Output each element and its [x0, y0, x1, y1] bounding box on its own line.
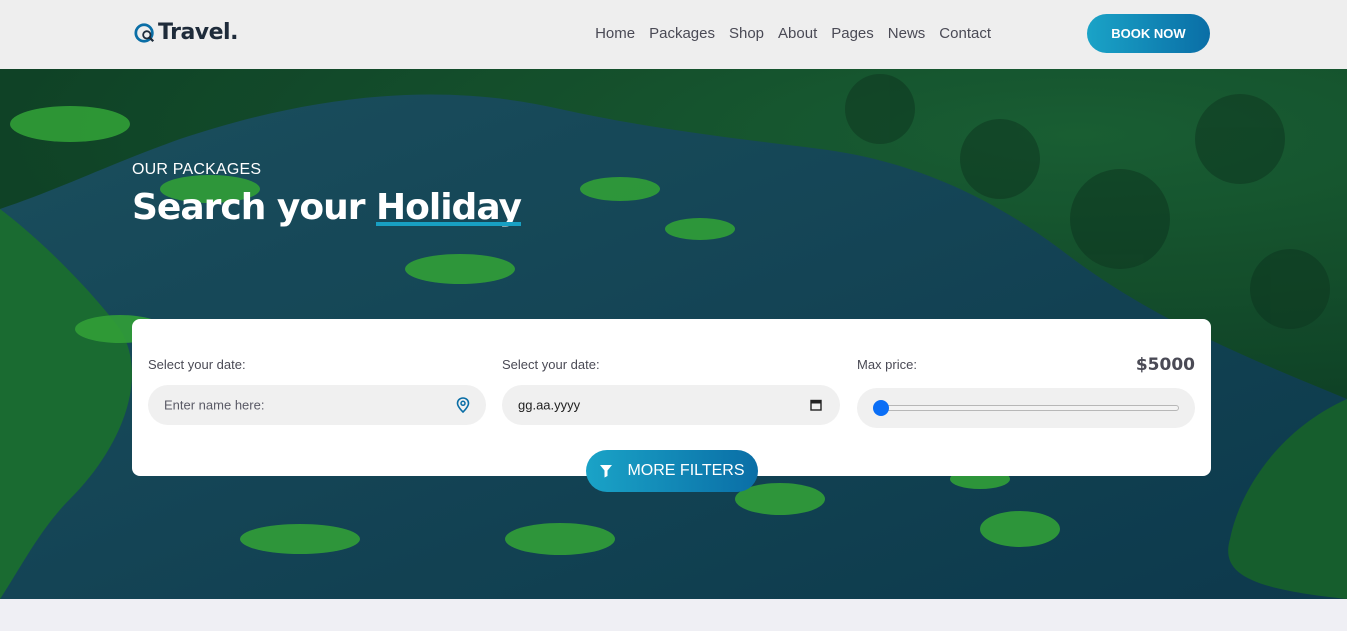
page-bottom-strip: [0, 599, 1347, 631]
nav-home[interactable]: Home: [595, 25, 635, 42]
price-label: Max price:: [857, 357, 917, 372]
book-now-button[interactable]: BOOK NOW: [1087, 14, 1210, 53]
hero-section: OUR PACKAGES Search your Holiday Select …: [0, 69, 1347, 599]
name-input[interactable]: Enter name here:: [148, 385, 486, 425]
field2-label: Select your date:: [502, 357, 600, 372]
nav-shop[interactable]: Shop: [729, 25, 764, 42]
nav-pages[interactable]: Pages: [831, 25, 874, 42]
name-input-placeholder: Enter name here:: [164, 397, 265, 413]
date-input-value: gg.aa.yyyy: [518, 397, 581, 413]
slider-track[interactable]: [877, 405, 1179, 411]
nav-news[interactable]: News: [888, 25, 926, 42]
more-filters-label: MORE FILTERS: [627, 462, 745, 479]
nav-contact[interactable]: Contact: [939, 25, 991, 42]
filter-icon: [600, 465, 613, 478]
hero-eyebrow: OUR PACKAGES: [132, 161, 262, 178]
hero-title: Search your Holiday: [132, 187, 522, 228]
calendar-icon[interactable]: [810, 399, 822, 411]
site-header: Travel. Home Packages Shop About Pages N…: [0, 0, 1347, 69]
price-slider[interactable]: [857, 388, 1195, 428]
nav-about[interactable]: About: [778, 25, 817, 42]
field1-label: Select your date:: [148, 357, 246, 372]
brand-logo[interactable]: Travel.: [134, 20, 238, 45]
nav-packages[interactable]: Packages: [649, 25, 715, 42]
more-filters-button[interactable]: MORE FILTERS: [586, 450, 758, 492]
main-nav: Home Packages Shop About Pages News Cont…: [581, 25, 991, 42]
hero-title-prefix: Search your: [132, 187, 377, 228]
hero-title-highlight: Holiday: [376, 187, 522, 228]
brand-name: Travel.: [158, 20, 238, 45]
slider-thumb[interactable]: [873, 400, 889, 416]
globe-search-icon: [134, 22, 155, 43]
price-value: $5000: [1135, 355, 1195, 375]
map-pin-icon: [456, 397, 470, 413]
date-input[interactable]: gg.aa.yyyy: [502, 385, 840, 425]
